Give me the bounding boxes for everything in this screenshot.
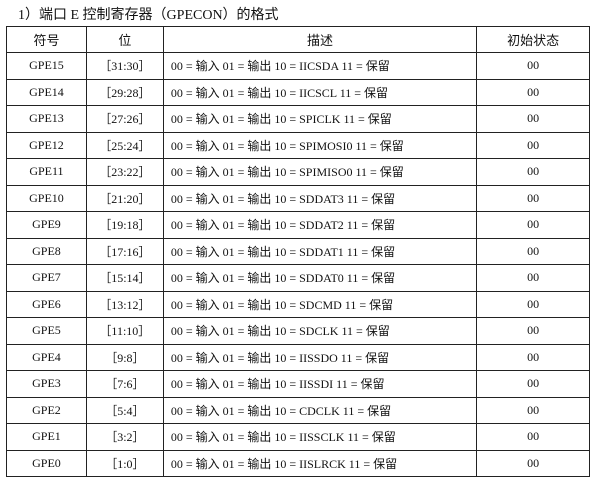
symbol-cell: GPE1: [6, 423, 87, 451]
symbol-cell: GPE12: [6, 131, 87, 159]
bits-cell: ［3:2］: [85, 423, 164, 451]
table-row: GPE15 ［31:30］ 00 = 输入 01 = 输出 10 = IICSDA …: [6, 52, 590, 80]
bits-cell: ［27:26］: [85, 105, 164, 133]
bits-cell: ［11:10］: [85, 317, 164, 345]
description-cell: 00 = 输入 01 = 输出 10 = SPIMISO0 11 = 保留: [162, 158, 478, 186]
initial-state-cell: 00: [476, 158, 590, 186]
register-table: 符号 位 描述 初始状态 GPE15 ［31:30］ 00 = 输入 01 = 输出…: [6, 26, 590, 477]
description-cell: 00 = 输入 01 = 输出 10 = IISLRCK 11 = 保留: [162, 449, 478, 477]
initial-state-cell: 00: [476, 264, 590, 292]
initial-state-cell: 00: [476, 317, 590, 345]
header-bits: 位: [85, 26, 164, 53]
symbol-cell: GPE14: [6, 78, 87, 106]
symbol-cell: GPE0: [6, 449, 87, 477]
initial-state-cell: 00: [476, 449, 590, 477]
description-cell: 00 = 输入 01 = 输出 10 = SPICLK 11 = 保留: [162, 105, 478, 133]
bits-cell: ［17:16］: [85, 237, 164, 265]
table-row: GPE7 ［15:14］ 00 = 输入 01 = 输出 10 = SDDAT0 1…: [6, 264, 590, 292]
table-row: GPE5 ［11:10］ 00 = 输入 01 = 输出 10 = SDCLK 11…: [6, 317, 590, 345]
description-cell: 00 = 输入 01 = 输出 10 = IISSDI 11 = 保留: [162, 370, 478, 398]
header-initial-state: 初始状态: [476, 26, 590, 53]
description-cell: 00 = 输入 01 = 输出 10 = CDCLK 11 = 保留: [162, 396, 478, 424]
section-title: 1）端口 E 控制寄存器（GPECON）的格式: [18, 8, 279, 23]
table-row: GPE4 ［9:8］ 00 = 输入 01 = 输出 10 = IISSDO 11 …: [6, 343, 590, 371]
bits-cell: ［15:14］: [85, 264, 164, 292]
initial-state-cell: 00: [476, 423, 590, 451]
symbol-cell: GPE4: [6, 343, 87, 371]
header-description: 描述: [162, 26, 478, 53]
description-cell: 00 = 输入 01 = 输出 10 = SDDAT1 11 = 保留: [162, 237, 478, 265]
bits-cell: ［7:6］: [85, 370, 164, 398]
header-row: 符号 位 描述 初始状态: [6, 26, 590, 53]
initial-state-cell: 00: [476, 396, 590, 424]
description-cell: 00 = 输入 01 = 输出 10 = IICSCL 11 = 保留: [162, 78, 478, 106]
bits-cell: ［9:8］: [85, 343, 164, 371]
bits-cell: ［23:22］: [85, 158, 164, 186]
initial-state-cell: 00: [476, 211, 590, 239]
bits-cell: ［5:4］: [85, 396, 164, 424]
symbol-cell: GPE3: [6, 370, 87, 398]
description-cell: 00 = 输入 01 = 输出 10 = IISSCLK 11 = 保留: [162, 423, 478, 451]
initial-state-cell: 00: [476, 343, 590, 371]
description-cell: 00 = 输入 01 = 输出 10 = SDCMD 11 = 保留: [162, 290, 478, 318]
description-cell: 00 = 输入 01 = 输出 10 = IICSDA 11 = 保留: [162, 52, 478, 80]
description-cell: 00 = 输入 01 = 输出 10 = SDDAT2 11 = 保留: [162, 211, 478, 239]
initial-state-cell: 00: [476, 131, 590, 159]
bits-cell: ［31:30］: [85, 52, 164, 80]
table-row: GPE14 ［29:28］ 00 = 输入 01 = 输出 10 = IICSCL …: [6, 78, 590, 106]
bits-cell: ［13:12］: [85, 290, 164, 318]
table-row: GPE8 ［17:16］ 00 = 输入 01 = 输出 10 = SDDAT1 1…: [6, 237, 590, 265]
initial-state-cell: 00: [476, 370, 590, 398]
bits-cell: ［19:18］: [85, 211, 164, 239]
table-row: GPE1 ［3:2］ 00 = 输入 01 = 输出 10 = IISSCLK 11…: [6, 423, 590, 451]
symbol-cell: GPE15: [6, 52, 87, 80]
symbol-cell: GPE6: [6, 290, 87, 318]
initial-state-cell: 00: [476, 290, 590, 318]
description-cell: 00 = 输入 01 = 输出 10 = IISSDO 11 = 保留: [162, 343, 478, 371]
initial-state-cell: 00: [476, 184, 590, 212]
table-row: GPE13 ［27:26］ 00 = 输入 01 = 输出 10 = SPICLK …: [6, 105, 590, 133]
bits-cell: ［21:20］: [85, 184, 164, 212]
symbol-cell: GPE2: [6, 396, 87, 424]
bits-cell: ［25:24］: [85, 131, 164, 159]
table-row: GPE10 ［21:20］ 00 = 输入 01 = 输出 10 = SDDAT3 …: [6, 184, 590, 212]
table-row: GPE0 ［1:0］ 00 = 输入 01 = 输出 10 = IISLRCK 11…: [6, 449, 590, 477]
symbol-cell: GPE9: [6, 211, 87, 239]
symbol-cell: GPE10: [6, 184, 87, 212]
symbol-cell: GPE7: [6, 264, 87, 292]
initial-state-cell: 00: [476, 237, 590, 265]
description-cell: 00 = 输入 01 = 输出 10 = SPIMOSI0 11 = 保留: [162, 131, 478, 159]
description-cell: 00 = 输入 01 = 输出 10 = SDDAT3 11 = 保留: [162, 184, 478, 212]
table-row: GPE3 ［7:6］ 00 = 输入 01 = 输出 10 = IISSDI 11 …: [6, 370, 590, 398]
bits-cell: ［1:0］: [85, 449, 164, 477]
table-row: GPE11 ［23:22］ 00 = 输入 01 = 输出 10 = SPIMISO…: [6, 158, 590, 186]
symbol-cell: GPE11: [6, 158, 87, 186]
initial-state-cell: 00: [476, 52, 590, 80]
table-row: GPE12 ［25:24］ 00 = 输入 01 = 输出 10 = SPIMOSI…: [6, 131, 590, 159]
initial-state-cell: 00: [476, 78, 590, 106]
symbol-cell: GPE13: [6, 105, 87, 133]
table-row: GPE9 ［19:18］ 00 = 输入 01 = 输出 10 = SDDAT2 1…: [6, 211, 590, 239]
table-row: GPE2 ［5:4］ 00 = 输入 01 = 输出 10 = CDCLK 11 =…: [6, 396, 590, 424]
bits-cell: ［29:28］: [85, 78, 164, 106]
symbol-cell: GPE8: [6, 237, 87, 265]
symbol-cell: GPE5: [6, 317, 87, 345]
description-cell: 00 = 输入 01 = 输出 10 = SDDAT0 11 = 保留: [162, 264, 478, 292]
initial-state-cell: 00: [476, 105, 590, 133]
header-symbol: 符号: [6, 26, 87, 53]
description-cell: 00 = 输入 01 = 输出 10 = SDCLK 11 = 保留: [162, 317, 478, 345]
table-row: GPE6 ［13:12］ 00 = 输入 01 = 输出 10 = SDCMD 11…: [6, 290, 590, 318]
